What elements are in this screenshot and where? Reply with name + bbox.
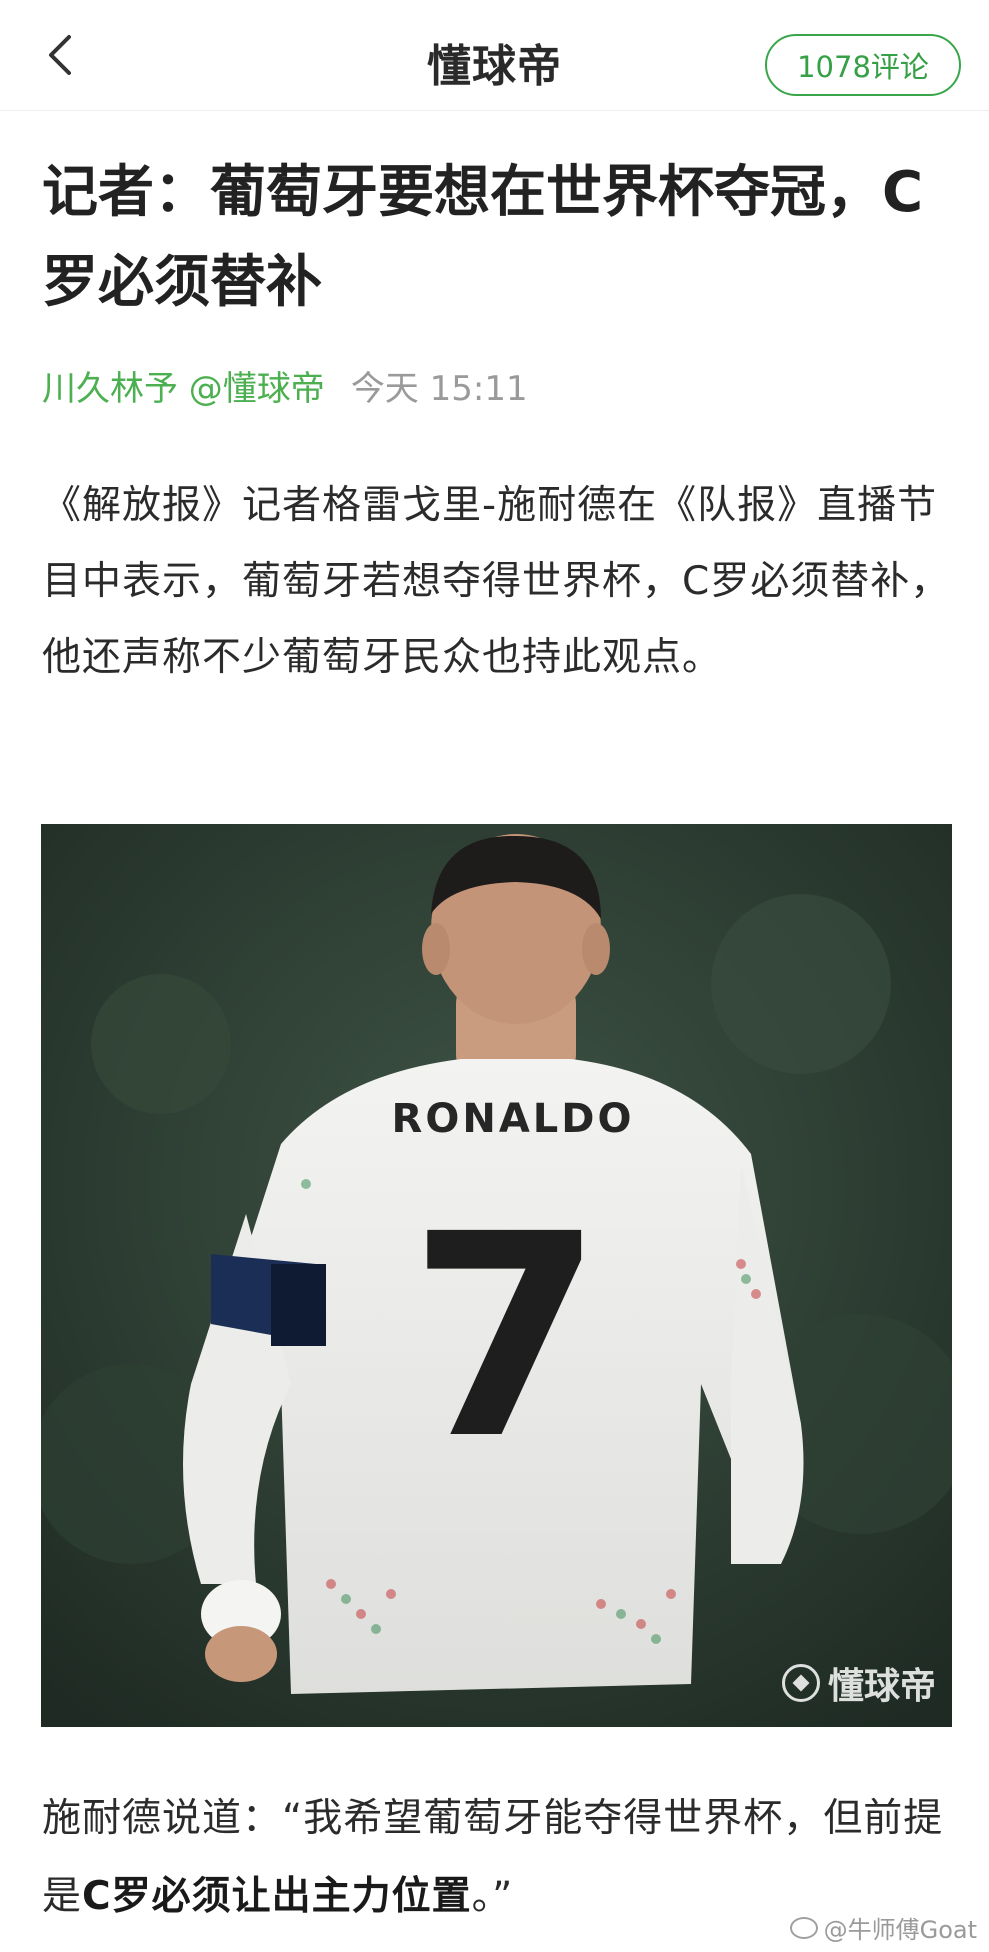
article-byline: 川久林予 @懂球帝 今天 15:11 (42, 366, 528, 412)
publish-time: 今天 15:11 (350, 369, 528, 409)
weibo-logo-icon (789, 1916, 818, 1939)
photo-watermark: 懂球帝 (781, 1657, 936, 1709)
article-photo[interactable]: RONALDO 7 懂球帝 (41, 824, 952, 1727)
article-paragraph: 《解放报》记者格雷戈里-施耐德在《队报》直播节目中表示，葡萄牙若想夺得世界杯，C… (42, 483, 951, 680)
player-photo-illustration: RONALDO 7 (41, 824, 952, 1727)
weibo-watermark: @牛师傅Goat (789, 1910, 977, 1945)
football-logo-icon (781, 1664, 820, 1702)
author-link[interactable]: 川久林予 @懂球帝 (42, 369, 325, 409)
comments-button[interactable]: 1078评论 (765, 34, 961, 96)
article-headline: 记者：葡萄牙要想在世界杯夺冠，C罗必须替补 (42, 160, 924, 315)
jersey-number: 7 (409, 1175, 604, 1501)
weibo-watermark-text: @牛师傅Goat (823, 1916, 977, 1944)
jersey-name: RONALDO (392, 1096, 635, 1142)
quote-suffix: 。” (471, 1874, 514, 1919)
photo-watermark-text: 懂球帝 (827, 1666, 936, 1707)
quote-bold: C罗必须让出主力位置 (82, 1874, 472, 1919)
top-navigation-bar: 懂球帝 1078评论 (0, 0, 989, 111)
